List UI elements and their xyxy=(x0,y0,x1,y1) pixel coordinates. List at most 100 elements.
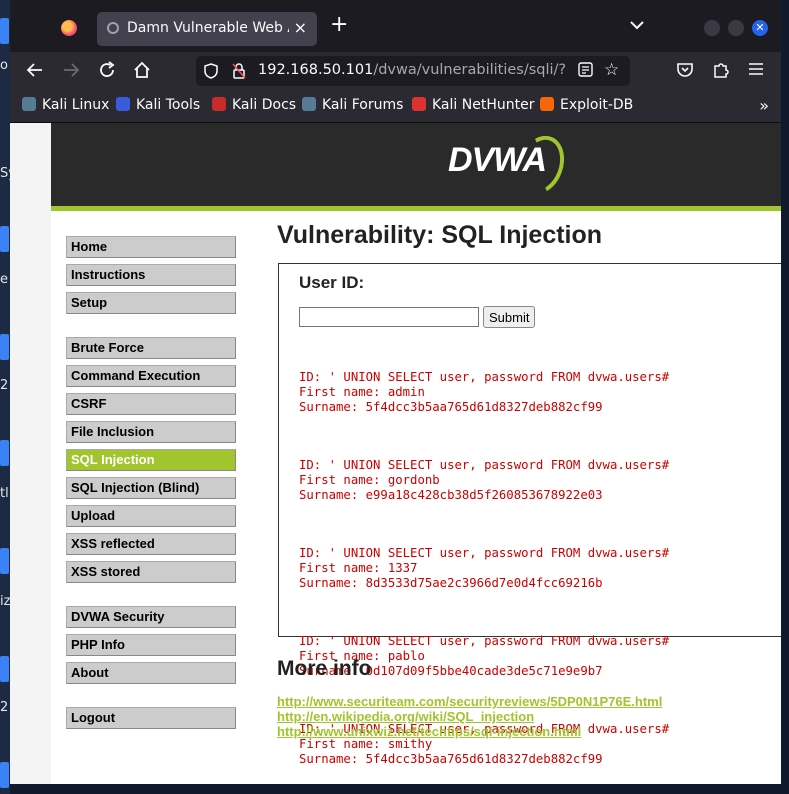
tab-close-icon[interactable]: × xyxy=(294,18,307,37)
bookmark-star-icon[interactable]: ☆ xyxy=(604,60,619,80)
bookmark-label: Kali Linux xyxy=(42,97,110,113)
desktop-label: 2 xyxy=(0,378,9,393)
submit-button[interactable]: Submit xyxy=(483,306,536,328)
link-securiteam[interactable]: http://www.securiteam.com/securityreview… xyxy=(277,694,662,709)
hamburger-menu-icon[interactable] xyxy=(748,61,764,81)
maximize-button[interactable] xyxy=(728,20,744,36)
menu-item-home[interactable]: Home xyxy=(66,236,236,258)
url-path: /dvwa/vulnerabilities/sqli/?id=% xyxy=(373,62,566,78)
extensions-puzzle-icon[interactable] xyxy=(712,61,730,84)
menu-item-php-info[interactable]: PHP Info xyxy=(66,634,236,656)
list-all-tabs-chevron-icon[interactable] xyxy=(630,18,644,34)
reload-icon[interactable] xyxy=(98,61,116,84)
result-id: ID: ' UNION SELECT user, password FROM d… xyxy=(299,634,670,648)
menu-item-file-inclusion[interactable]: File Inclusion xyxy=(66,421,236,443)
home-icon[interactable] xyxy=(133,61,151,84)
kali-dragon-icon xyxy=(302,97,316,111)
desktop-icon[interactable] xyxy=(0,762,9,788)
tracking-protection-shield-icon[interactable] xyxy=(204,63,218,83)
desktop-icon[interactable] xyxy=(0,440,9,466)
navigation-toolbar: 192.168.50.101/dvwa/vulnerabilities/sqli… xyxy=(10,52,781,92)
tab-dvwa[interactable]: Damn Vulnerable Web App × xyxy=(97,12,317,46)
more-info-heading: More info xyxy=(277,657,372,680)
side-menu: Home Instructions Setup Brute Force Comm… xyxy=(66,236,236,735)
desktop-icon[interactable] xyxy=(0,18,9,44)
bookmark-kali-nethunter[interactable]: Kali NetHunter xyxy=(412,97,534,113)
result-id: ID: ' UNION SELECT user, password FROM d… xyxy=(299,546,670,560)
desktop-icon[interactable] xyxy=(0,548,9,574)
dvwa-header: DVWA xyxy=(51,123,781,211)
menu-item-about[interactable]: About xyxy=(66,662,236,684)
menu-item-sql-injection-blind[interactable]: SQL Injection (Blind) xyxy=(66,477,236,499)
bookmark-kali-forums[interactable]: Kali Forums xyxy=(302,97,403,113)
firefox-icon[interactable] xyxy=(61,20,77,36)
menu-gap xyxy=(66,589,236,606)
kali-dragon-icon xyxy=(22,97,36,111)
more-info-links: http://www.securiteam.com/securityreview… xyxy=(277,694,662,739)
menu-item-sql-injection[interactable]: SQL Injection xyxy=(66,449,236,471)
result-block: ID: ' UNION SELECT user, password FROM d… xyxy=(299,458,669,503)
desktop-label: tl xyxy=(0,486,9,501)
bookmark-label: Kali Docs xyxy=(232,97,297,113)
url-bar[interactable]: 192.168.50.101/dvwa/vulnerabilities/sqli… xyxy=(196,56,630,86)
bookmark-label: Kali NetHunter xyxy=(432,97,535,113)
minimize-button[interactable] xyxy=(704,20,720,36)
menu-item-dvwa-security[interactable]: DVWA Security xyxy=(66,606,236,628)
menu-item-setup[interactable]: Setup xyxy=(66,292,236,314)
bookmarks-toolbar: Kali Linux Kali Tools Kali Docs Kali For… xyxy=(10,92,781,123)
desktop-icon[interactable] xyxy=(0,656,9,682)
result-first-name: First name: 1337 xyxy=(299,561,418,575)
result-surname: Surname: 5f4dcc3b5aa765d61d8327deb882cf9… xyxy=(299,400,603,414)
menu-item-xss-reflected[interactable]: XSS reflected xyxy=(66,533,236,555)
result-block: ID: ' UNION SELECT user, password FROM d… xyxy=(299,546,669,591)
forward-arrow-icon[interactable] xyxy=(62,61,80,84)
result-id: ID: ' UNION SELECT user, password FROM d… xyxy=(299,370,670,384)
bookmark-kali-linux[interactable]: Kali Linux xyxy=(22,97,109,113)
result-surname: Surname: 8d3533d75ae2c3966d7e0d4fcc69216… xyxy=(299,576,603,590)
menu-item-csrf[interactable]: CSRF xyxy=(66,393,236,415)
menu-item-xss-stored[interactable]: XSS stored xyxy=(66,561,236,583)
desktop-label: e xyxy=(0,272,8,287)
tab-favicon-icon xyxy=(107,22,119,34)
main-content: Vulnerability: SQL Injection User ID: Su… xyxy=(277,221,781,766)
nethunter-icon xyxy=(412,97,426,111)
desktop-label: iz xyxy=(0,594,11,609)
link-wikipedia[interactable]: http://en.wikipedia.org/wiki/SQL_injecti… xyxy=(277,709,662,724)
menu-item-instructions[interactable]: Instructions xyxy=(66,264,236,286)
url-text[interactable]: 192.168.50.101/dvwa/vulnerabilities/sqli… xyxy=(258,62,566,78)
bookmark-label: Exploit-DB xyxy=(560,97,634,113)
new-tab-button[interactable]: + xyxy=(330,14,348,36)
desktop-label: o xyxy=(0,58,8,73)
link-unixwiz[interactable]: http://www.unixwiz.net/techtips/sql-inje… xyxy=(277,724,662,739)
desktop-label: 2 xyxy=(0,700,9,715)
tab-title: Damn Vulnerable Web App xyxy=(127,20,289,36)
kali-docs-icon xyxy=(212,97,226,111)
bookmark-kali-tools[interactable]: Kali Tools xyxy=(116,97,200,113)
page-title: Vulnerability: SQL Injection xyxy=(277,221,603,249)
dvwa-logo: DVWA xyxy=(448,141,547,179)
user-id-input[interactable] xyxy=(299,307,479,327)
menu-item-upload[interactable]: Upload xyxy=(66,505,236,527)
desktop-icon[interactable] xyxy=(0,334,9,360)
menu-item-brute-force[interactable]: Brute Force xyxy=(66,337,236,359)
result-block: ID: ' UNION SELECT user, password FROM d… xyxy=(299,370,669,415)
pocket-icon[interactable] xyxy=(676,61,694,84)
back-arrow-icon[interactable] xyxy=(26,61,44,84)
more-bookmarks-chevron-icon[interactable]: » xyxy=(759,96,769,115)
bookmark-exploit-db[interactable]: Exploit-DB xyxy=(540,97,633,113)
menu-item-command-execution[interactable]: Command Execution xyxy=(66,365,236,387)
bookmark-label: Kali Tools xyxy=(136,97,201,113)
bookmark-kali-docs[interactable]: Kali Docs xyxy=(212,97,296,113)
dvwa-page: DVWA Home Instructions Setup Brute Force… xyxy=(51,123,781,784)
vulnerable-code-area: User ID: Submit ID: ' UNION SELECT user,… xyxy=(278,263,781,766)
url-host: 192.168.50.101 xyxy=(258,62,374,78)
insecure-lock-icon[interactable] xyxy=(232,63,246,83)
result-surname: Surname: 5f4dcc3b5aa765d61d8327deb882cf9… xyxy=(299,752,603,766)
page-viewport: DVWA Home Instructions Setup Brute Force… xyxy=(10,123,781,784)
reader-view-icon[interactable] xyxy=(578,62,593,81)
result-id: ID: ' UNION SELECT user, password FROM d… xyxy=(299,458,670,472)
user-id-label: User ID: xyxy=(299,273,365,292)
close-window-button[interactable]: ✕ xyxy=(752,20,768,36)
desktop-icon[interactable] xyxy=(0,226,9,252)
menu-item-logout[interactable]: Logout xyxy=(66,707,236,729)
